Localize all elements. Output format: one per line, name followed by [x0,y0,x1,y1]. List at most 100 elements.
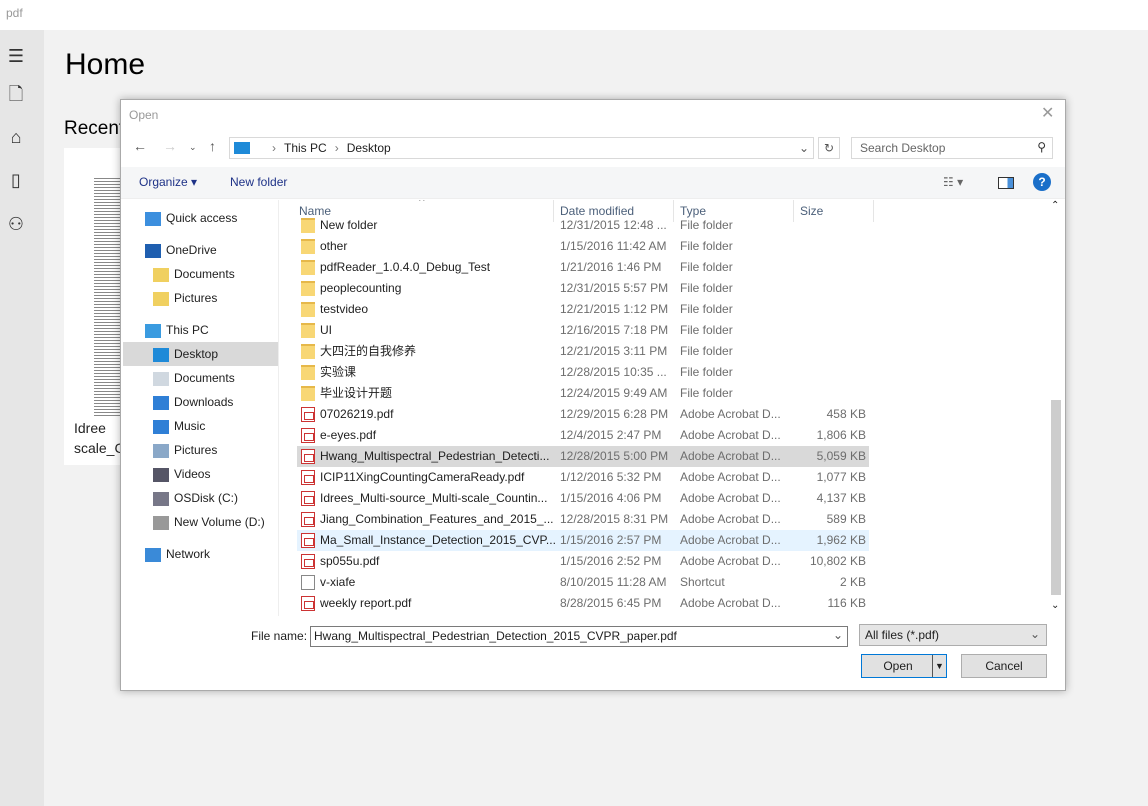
scroll-up-icon[interactable]: ⌃ [1051,200,1059,211]
forward-icon[interactable]: → [163,138,177,154]
file-type: Adobe Acrobat D... [680,596,781,610]
nav-item-label: Downloads [174,395,234,409]
file-row[interactable]: weekly report.pdf 8/28/2015 6:45 PM Adob… [297,593,869,614]
file-row[interactable]: sp055u.pdf 1/15/2016 2:52 PM Adobe Acrob… [297,551,869,572]
file-date: 8/28/2015 6:45 PM [560,596,662,610]
file-date: 12/24/2015 9:49 AM [560,386,668,400]
people-icon[interactable]: ⚇ [6,214,26,234]
chevron-down-icon[interactable]: ⌄ [799,141,809,155]
preview-pane-icon[interactable] [998,177,1014,189]
file-row[interactable]: testvideo 12/21/2015 1:12 PM File folder [297,299,869,320]
file-row[interactable]: Ma_Small_Instance_Detection_2015_CVP... … [297,530,869,551]
file-date: 1/15/2016 2:52 PM [560,554,662,568]
address-bar[interactable]: › This PC › Desktop ⌄ [229,137,814,159]
file-row[interactable]: Idrees_Multi-source_Multi-scale_Countin.… [297,488,869,509]
breadcrumb-this-pc[interactable]: This PC [284,141,327,155]
sort-ascending-icon: ^ [419,200,425,208]
file-row[interactable]: other 1/15/2016 11:42 AM File folder [297,236,869,257]
close-icon[interactable]: ✕ [1041,103,1054,123]
folder-icon [301,365,315,380]
recent-heading: Recent [64,118,125,139]
recent-locations-icon[interactable]: ⌄ [189,142,197,153]
file-row[interactable]: 毕业设计开题 12/24/2015 9:49 AM File folder [297,383,869,404]
new-folder-button[interactable]: New folder [230,175,287,189]
help-icon[interactable]: ? [1033,173,1051,191]
nav-item[interactable]: Network [121,542,276,566]
pdf-file-icon [301,428,315,443]
nav-item[interactable]: Quick access [121,206,276,230]
file-type: Adobe Acrobat D... [680,491,781,505]
nav-item[interactable]: OneDrive [121,238,276,262]
file-row[interactable]: ICIP11XingCountingCameraReady.pdf 1/12/2… [297,467,869,488]
open-button[interactable]: Open ▼ [861,654,947,678]
file-row[interactable]: 实验课 12/28/2015 10:35 ... File folder [297,362,869,383]
nav-item[interactable]: Videos [123,462,278,486]
pdf-file-icon [301,470,315,485]
nav-item[interactable]: Documents [123,262,278,286]
desktop-icon [153,347,169,362]
file-type: Adobe Acrobat D... [680,428,781,442]
nav-item[interactable]: Documents [123,366,278,390]
view-options-icon[interactable]: ☷ ▾ [943,175,963,189]
nav-item[interactable]: Music [123,414,278,438]
file-name: ICIP11XingCountingCameraReady.pdf [320,470,525,484]
file-date: 12/28/2015 5:00 PM [560,449,669,463]
file-row[interactable]: Jiang_Combination_Features_and_2015_... … [297,509,869,530]
file-type: File folder [680,281,733,295]
back-icon[interactable]: ← [133,138,147,154]
nav-item[interactable]: New Volume (D:) [123,510,278,534]
file-name-input[interactable]: Hwang_Multispectral_Pedestrian_Detection… [310,626,848,647]
nav-item[interactable]: Pictures [123,286,278,310]
vertical-scrollbar[interactable]: ⌃ ⌄ [1049,200,1063,615]
organize-button[interactable]: Organize ▾ [139,175,197,189]
app-sidebar: ☰ 🗋 ⌂ ▯ ⚇ [0,30,44,806]
file-row[interactable]: pdfReader_1.0.4.0_Debug_Test 1/21/2016 1… [297,257,869,278]
nav-item-label: Pictures [174,443,218,457]
chevron-down-icon[interactable]: ⌄ [833,628,843,642]
nav-item[interactable]: OSDisk (C:) [123,486,278,510]
app-title: pdf [0,0,1148,30]
home-icon[interactable]: ⌂ [6,127,26,147]
import-icon[interactable]: ▯ [6,170,26,190]
pdf-file-icon [301,533,315,548]
nav-item[interactable]: Pictures [123,438,278,462]
cancel-button[interactable]: Cancel [961,654,1047,678]
file-name: 大四汪的自我修养 [320,344,417,358]
file-size: 1,077 KB [816,470,866,484]
file-row[interactable]: v-xiafe 8/10/2015 11:28 AM Shortcut 2 KB [297,572,869,593]
search-input[interactable]: Search Desktop ⚲ [851,137,1053,159]
nav-item-label: New Volume (D:) [174,515,265,529]
file-type-select[interactable]: All files (*.pdf) ⌄ [859,624,1047,646]
scroll-down-icon[interactable]: ⌄ [1051,600,1059,611]
file-row[interactable]: UI 12/16/2015 7:18 PM File folder [297,320,869,341]
sync-folder-icon [153,267,169,282]
open-file-icon[interactable]: 🗋 [6,84,26,104]
folder-icon [301,260,315,275]
nav-item[interactable]: Desktop [123,342,278,366]
cloud-icon [145,243,161,258]
file-row[interactable]: peoplecounting 12/31/2015 5:57 PM File f… [297,278,869,299]
nav-item-label: Pictures [174,291,218,305]
nav-item[interactable]: Downloads [123,390,278,414]
file-row[interactable]: e-eyes.pdf 12/4/2015 2:47 PM Adobe Acrob… [297,425,869,446]
up-icon[interactable]: ↑ [209,138,216,154]
file-name: other [320,239,348,253]
network-icon [145,547,161,562]
file-type: File folder [680,386,733,400]
file-type: File folder [680,302,733,316]
menu-icon[interactable]: ☰ [6,46,26,66]
breadcrumb-desktop[interactable]: Desktop [347,141,391,155]
file-row[interactable]: 大四汪的自我修养 12/21/2015 3:11 PM File folder [297,341,869,362]
file-row[interactable]: New folder 12/31/2015 12:48 ... File fol… [297,215,869,236]
drive-icon [153,491,169,506]
nav-item-label: OneDrive [166,243,217,257]
file-name: New folder [320,218,378,232]
file-row[interactable]: 07026219.pdf 12/29/2015 6:28 PM Adobe Ac… [297,404,869,425]
file-list: Name ^ Date modified Type Size New folde… [291,200,1047,616]
scrollbar-thumb[interactable] [1051,400,1061,595]
file-row[interactable]: Hwang_Multispectral_Pedestrian_Detecti..… [297,446,869,467]
nav-item[interactable]: This PC [121,318,276,342]
file-type: File folder [680,218,733,232]
open-dropdown-icon[interactable]: ▼ [932,655,946,677]
refresh-icon[interactable]: ↻ [818,137,840,159]
